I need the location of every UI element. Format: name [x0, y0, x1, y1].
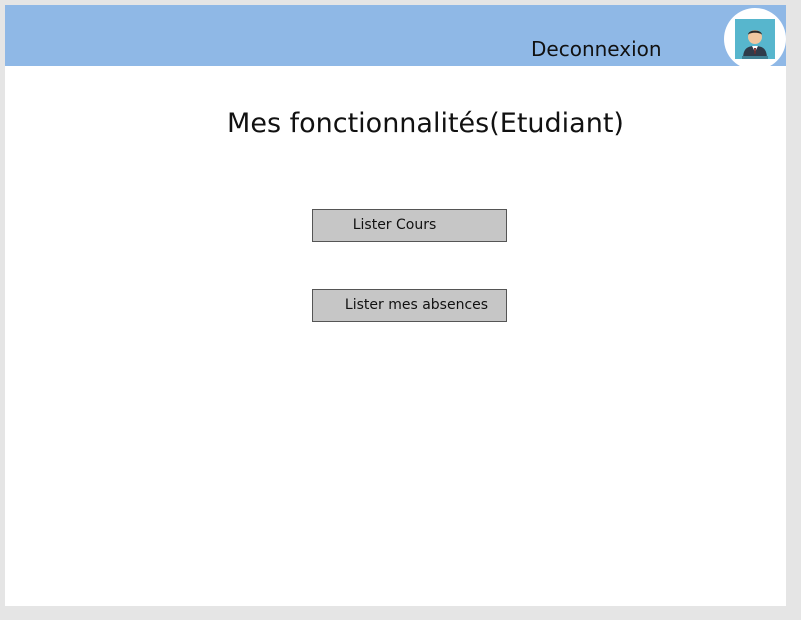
list-courses-label: Lister Cours [352, 217, 437, 233]
list-absences-button[interactable]: Lister mes absences [312, 289, 507, 322]
logout-link[interactable]: Deconnexion [531, 37, 662, 61]
header-bar: Deconnexion [5, 5, 786, 70]
list-absences-label: Lister mes absences [344, 297, 489, 313]
user-avatar-icon [735, 19, 775, 59]
page-title: Mes fonctionnalités(Etudiant) [227, 108, 624, 139]
user-avatar[interactable] [724, 8, 786, 70]
page-frame: Deconnexion Mes fonctionnalités(Etudiant… [5, 5, 786, 606]
list-courses-button[interactable]: Lister Cours [312, 209, 507, 242]
